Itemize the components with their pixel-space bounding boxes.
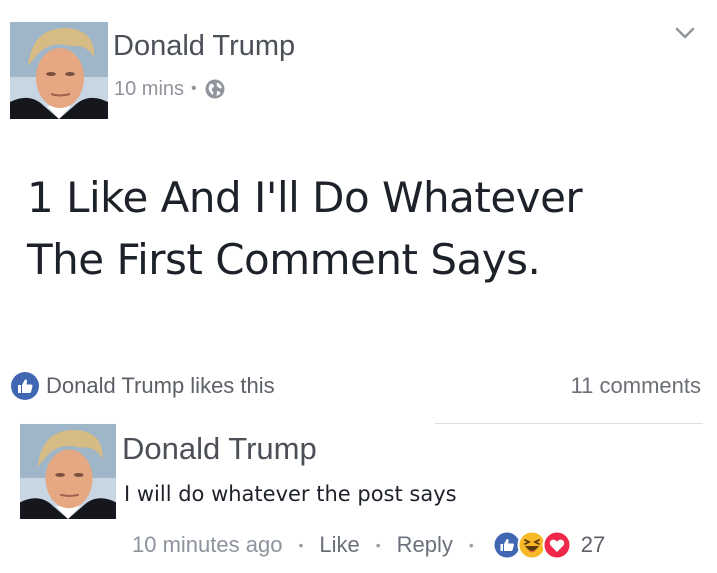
comment-author-avatar[interactable] (20, 423, 116, 520)
comments-count-link[interactable]: 11 comments (571, 372, 701, 400)
action-separator: • (468, 537, 474, 553)
globe-icon[interactable] (204, 78, 226, 100)
avatar-portrait (10, 22, 108, 119)
chevron-down-icon[interactable] (672, 22, 698, 44)
comment-timestamp[interactable]: 10 minutes ago (132, 530, 282, 560)
post-body: 1 Like And I'll Do Whatever The First Co… (27, 167, 687, 291)
post-timestamp[interactable]: 10 mins (114, 76, 184, 102)
comment-actions: 10 minutes ago • Like • Reply • 27 (132, 530, 605, 560)
meta-separator: • (191, 80, 197, 97)
action-separator: • (375, 537, 381, 553)
comment-reactions[interactable] (492, 530, 572, 560)
comment-text: I will do whatever the post says (124, 482, 457, 506)
post-meta: 10 mins • (114, 76, 226, 102)
action-separator: • (298, 537, 304, 553)
love-icon (542, 530, 572, 560)
likes-text: Donald Trump likes this (46, 373, 275, 398)
divider (435, 423, 703, 424)
post-author-name[interactable]: Donald Trump (113, 28, 295, 64)
reaction-count[interactable]: 27 (581, 530, 605, 560)
like-icon (10, 371, 40, 401)
post-body-line: The First Comment Says. (27, 235, 541, 284)
likes-summary[interactable]: Donald Trump likes this (10, 371, 275, 401)
comment-like-button[interactable]: Like (319, 530, 359, 560)
post-author-avatar[interactable] (10, 22, 108, 119)
avatar-portrait (20, 423, 116, 520)
comment-reply-button[interactable]: Reply (397, 530, 453, 560)
post-body-line: 1 Like And I'll Do Whatever (27, 173, 583, 222)
comment-author-name[interactable]: Donald Trump (122, 430, 317, 468)
